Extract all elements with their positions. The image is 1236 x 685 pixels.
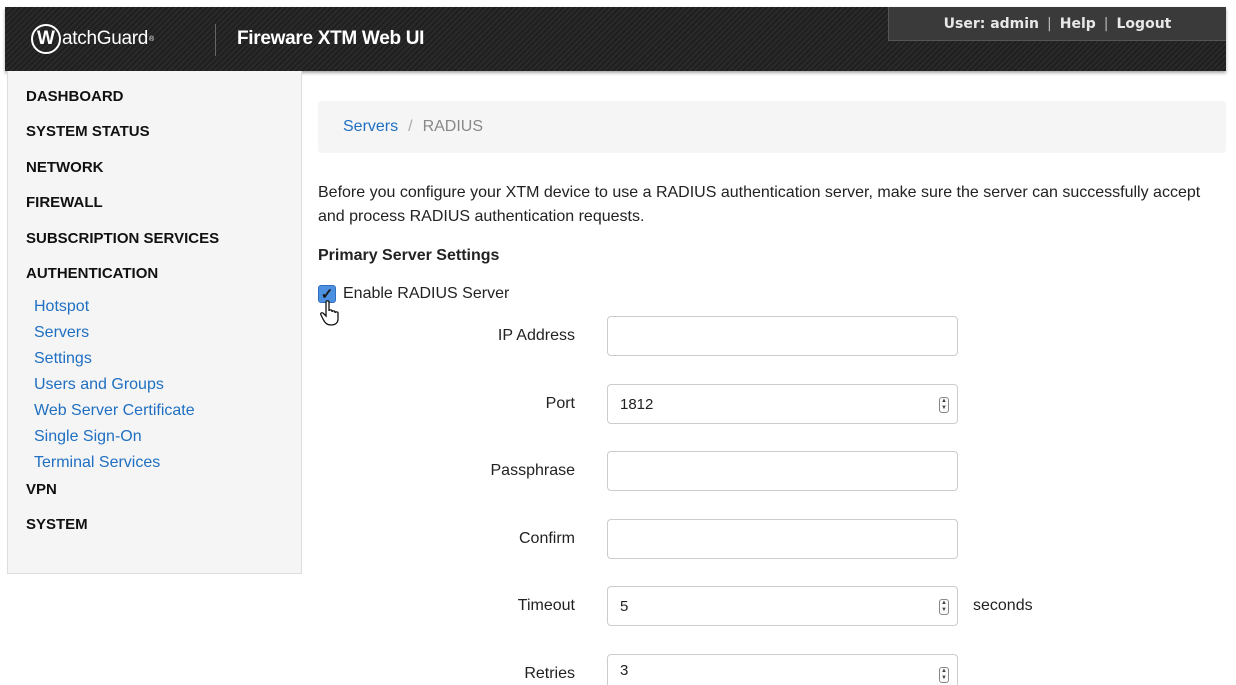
breadcrumb-separator: / [408, 118, 413, 135]
sidebar-subitem-servers[interactable]: Servers [34, 320, 195, 346]
sidebar-subitem-users-and-groups[interactable]: Users and Groups [34, 372, 195, 398]
retries-value: 3 [620, 661, 629, 679]
hand-pointer-cursor-icon [320, 300, 339, 326]
header-divider [215, 24, 216, 56]
intro-text: Before you configure your XTM device to … [318, 184, 1201, 225]
timeout-label: Timeout [517, 597, 575, 614]
enable-radius-label[interactable]: Enable RADIUS Server [343, 285, 509, 303]
logo-mark-icon: W [31, 24, 61, 54]
port-spinner-icon[interactable]: ▲ ▼ [939, 397, 949, 413]
sidebar-item-authentication[interactable]: AUTHENTICATION [26, 265, 158, 282]
timeout-unit-label: seconds [973, 597, 1033, 614]
breadcrumb-current: RADIUS [422, 118, 484, 135]
retries-stepper[interactable]: 3 ▲ ▼ [607, 654, 958, 685]
enable-radius-row: ✓ Enable RADIUS Server [318, 285, 509, 303]
sidebar-subitem-hotspot[interactable]: Hotspot [34, 294, 195, 320]
passphrase-label: Passphrase [490, 462, 576, 479]
sidebar-subitem-single-sign-on[interactable]: Single Sign-On [34, 424, 195, 450]
port-label: Port [545, 395, 575, 412]
sidebar-item-subscription-services[interactable]: SUBSCRIPTION SERVICES [26, 230, 219, 247]
logout-link[interactable]: Logout [1117, 16, 1172, 32]
sidebar-subitem-settings[interactable]: Settings [34, 346, 195, 372]
retries-label: Retries [524, 665, 575, 682]
logo-text: atchGuard [62, 28, 149, 49]
sidebar-item-firewall[interactable]: FIREWALL [26, 194, 103, 211]
section-title: Primary Server Settings [318, 247, 500, 264]
watchguard-logo[interactable]: W atchGuard ® [31, 24, 154, 54]
logo-registered-mark: ® [149, 35, 155, 43]
ip-address-input[interactable] [607, 316, 958, 356]
sidebar-item-vpn[interactable]: VPN [26, 481, 57, 498]
sidebar-item-system[interactable]: SYSTEM [26, 516, 88, 533]
timeout-value: 5 [620, 597, 629, 615]
timeout-spinner-icon[interactable]: ▲ ▼ [939, 599, 949, 615]
timeout-stepper[interactable]: 5 ▲ ▼ [607, 586, 958, 626]
confirm-label: Confirm [518, 530, 575, 547]
help-link[interactable]: Help [1060, 16, 1096, 32]
user-bar: User: admin | Help | Logout [888, 7, 1226, 41]
sidebar-item-system-status[interactable]: SYSTEM STATUS [26, 123, 150, 140]
port-stepper[interactable]: 1812 ▲ ▼ [607, 384, 958, 424]
app-title: Fireware XTM Web UI [237, 28, 425, 49]
port-value: 1812 [620, 395, 654, 413]
sidebar-subitem-web-server-certificate[interactable]: Web Server Certificate [34, 398, 195, 424]
authentication-submenu: Hotspot Servers Settings Users and Group… [34, 294, 195, 476]
user-bar-separator: | [1047, 15, 1052, 32]
user-label: User: admin [943, 15, 1040, 32]
passphrase-input[interactable] [607, 451, 958, 491]
sidebar-nav: DASHBOARD SYSTEM STATUS NETWORK FIREWALL… [7, 71, 302, 574]
ip-address-label: IP Address [497, 327, 575, 344]
user-bar-separator: | [1103, 15, 1109, 32]
sidebar-item-dashboard[interactable]: DASHBOARD [26, 88, 124, 105]
breadcrumb-servers-link[interactable]: Servers [343, 118, 398, 136]
retries-spinner-icon[interactable]: ▲ ▼ [939, 667, 949, 683]
app-header: W atchGuard ® Fireware XTM Web UI User: … [5, 7, 1226, 71]
breadcrumb: Servers / RADIUS [318, 101, 1226, 153]
confirm-input[interactable] [607, 519, 958, 559]
sidebar-subitem-terminal-services[interactable]: Terminal Services [34, 450, 195, 476]
sidebar-item-network[interactable]: NETWORK [26, 159, 104, 176]
